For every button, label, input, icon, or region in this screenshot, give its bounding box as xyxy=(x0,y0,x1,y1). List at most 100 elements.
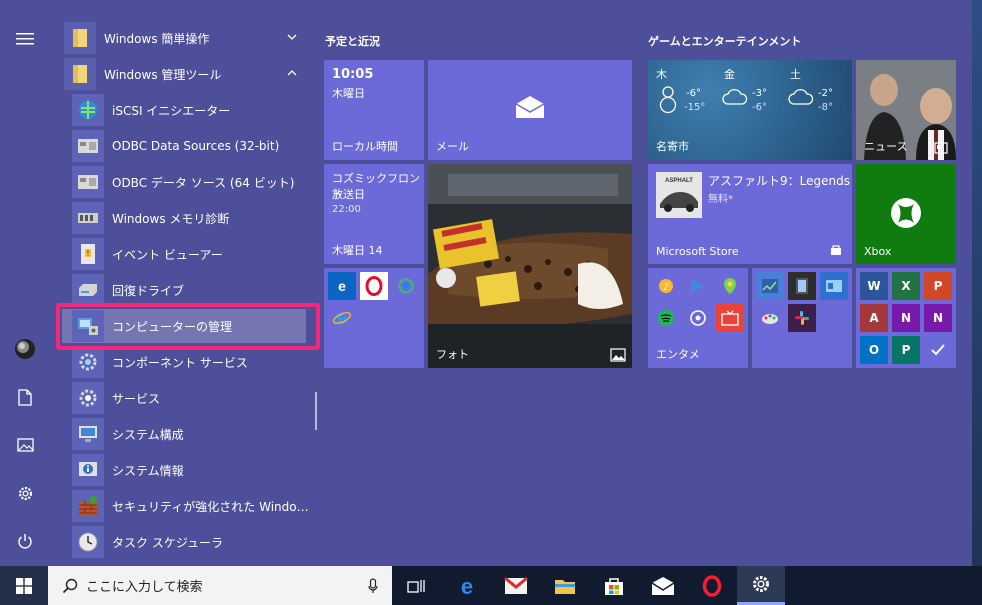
app-services[interactable]: サービス xyxy=(54,381,312,415)
gear-icon xyxy=(753,576,769,592)
folder-icon xyxy=(555,579,575,594)
taskbar-search-box[interactable]: ここに入力して検索 xyxy=(48,566,392,605)
app-label: ODBC Data Sources (32-bit) xyxy=(112,139,280,153)
task-view-button[interactable] xyxy=(392,566,440,605)
tile-calendar-event[interactable]: コズミックフロント 放送日 22:00 木曜日 14 xyxy=(324,164,424,264)
app-recovery-drive[interactable]: 回復ドライブ xyxy=(54,273,312,307)
app-label: サービス xyxy=(112,391,161,406)
event-viewer-icon: ! xyxy=(72,238,104,270)
app-label: Windows 簡単操作 xyxy=(104,31,210,46)
app-label: システム情報 xyxy=(112,463,184,478)
power-button[interactable] xyxy=(0,518,50,564)
taskbar-store[interactable] xyxy=(590,566,638,605)
app-memory-diagnostic[interactable]: Windows メモリ診断 xyxy=(54,201,312,235)
store-bag-icon xyxy=(831,245,841,255)
app-event-viewer[interactable]: ! イベント ビューアー xyxy=(54,237,312,271)
task-view-icon xyxy=(407,579,425,593)
taskbar-settings[interactable] xyxy=(737,566,785,605)
taskbar-opera[interactable] xyxy=(688,566,736,605)
svg-text:e: e xyxy=(461,575,473,597)
drive-icon xyxy=(72,274,104,306)
start-button[interactable] xyxy=(0,566,48,605)
access-icon: A xyxy=(860,304,888,332)
gear-icon xyxy=(18,486,32,500)
slack-icon xyxy=(788,304,816,332)
taskbar-gmail[interactable] xyxy=(492,566,540,605)
tile-label: エンタメ xyxy=(656,348,700,361)
app-odbc-32[interactable]: ODBC Data Sources (32-bit) xyxy=(54,129,312,163)
picture-icon xyxy=(16,438,34,452)
store-bag-icon xyxy=(605,577,623,595)
highlight-annotation xyxy=(56,303,320,350)
app-windows-defender-firewall[interactable]: セキュリティが強化された Windows De... xyxy=(54,489,312,523)
document-icon xyxy=(18,388,32,406)
search-placeholder: ここに入力して検索 xyxy=(86,580,203,595)
video-icon xyxy=(684,272,712,300)
app-label: Windows 管理ツール xyxy=(104,67,222,82)
memory-chip-icon xyxy=(72,202,104,234)
taskbar-mail[interactable] xyxy=(639,566,687,605)
app-folder-windows-ease-of-access[interactable]: Windows 簡単操作 xyxy=(54,21,312,55)
windows-logo-icon xyxy=(16,577,32,594)
app-folder-windows-admin-tools[interactable]: Windows 管理ツール xyxy=(54,57,312,91)
tile-xbox[interactable]: Xbox xyxy=(856,164,956,264)
tile-local-time[interactable]: 10:05 木曜日 ローカル時間 xyxy=(324,60,424,160)
app-iscsi-initiator[interactable]: iSCSI イニシエーター xyxy=(54,93,312,127)
maps-icon xyxy=(716,272,744,300)
microphone-icon[interactable] xyxy=(368,577,378,594)
app-label: タスク スケジューラ xyxy=(112,535,223,550)
clock-icon xyxy=(72,526,104,558)
firewall-icon xyxy=(72,490,104,522)
settings-button[interactable] xyxy=(0,470,50,516)
weather-city: 名寄市 xyxy=(656,140,689,153)
opera-icon xyxy=(702,574,722,597)
group-header-schedule[interactable]: 予定と近況 xyxy=(325,33,380,49)
weather-low-3: -8° xyxy=(818,102,833,113)
id-card-icon xyxy=(820,272,848,300)
tile-folder-browsers[interactable]: e e xyxy=(324,268,424,368)
tile-weather[interactable]: 木 金 土 -6° -15° -3° -6° -2° -8° 名寄市 xyxy=(648,60,852,160)
cloud-icon xyxy=(788,88,814,105)
app-label: セキュリティが強化された Windows De... xyxy=(112,499,312,514)
taskbar: ここに入力して検索 e xyxy=(0,566,982,605)
svg-text:!: ! xyxy=(86,249,89,258)
app-label: 回復ドライブ xyxy=(112,283,185,298)
user-account-button[interactable] xyxy=(0,326,50,372)
weather-low-1: -15° xyxy=(684,102,706,113)
monitor-icon xyxy=(72,418,104,450)
tile-mail[interactable]: メール xyxy=(428,60,632,160)
outlook-icon: O xyxy=(860,336,888,364)
groove-icon xyxy=(684,304,712,332)
app-component-services[interactable]: コンポーネント サービス xyxy=(54,345,312,379)
event-subtitle: 放送日 xyxy=(332,188,365,201)
app-label: イベント ビューアー xyxy=(112,247,223,262)
avatar xyxy=(15,339,35,359)
app-system-configuration[interactable]: システム構成 xyxy=(54,417,312,451)
app-list-scrollbar[interactable] xyxy=(315,392,317,430)
pictures-button[interactable] xyxy=(0,422,50,468)
film-icon xyxy=(788,272,816,300)
expand-menu-button[interactable] xyxy=(0,16,50,62)
app-system-information[interactable]: システム情報 xyxy=(54,453,312,487)
odbc-icon xyxy=(72,130,104,162)
weather-low-2: -6° xyxy=(752,102,767,113)
opera-icon xyxy=(360,272,388,300)
app-label: ODBC データ ソース (64 ビット) xyxy=(112,175,295,190)
tile-folder-office[interactable]: W X P A N N O P xyxy=(856,268,956,368)
tile-folder-entertainment[interactable]: ♪ エンタメ xyxy=(648,268,748,368)
documents-button[interactable] xyxy=(0,374,50,420)
asphalt-logo-text: ASPHALT xyxy=(665,178,693,184)
app-task-scheduler[interactable]: タスク スケジューラ xyxy=(54,525,312,559)
tile-news[interactable]: ニュース xyxy=(856,60,956,160)
app-label: コンポーネント サービス xyxy=(112,355,248,370)
app-odbc-64[interactable]: ODBC データ ソース (64 ビット) xyxy=(54,165,312,199)
group-header-entertainment[interactable]: ゲームとエンターテインメント xyxy=(648,33,801,49)
tile-microsoft-store[interactable]: ASPHALT アスファルト9：Legends 無料* Microsoft St… xyxy=(648,164,852,264)
search-icon xyxy=(62,578,78,593)
performance-monitor-icon xyxy=(756,272,784,300)
taskbar-file-explorer[interactable] xyxy=(541,566,589,605)
start-rail xyxy=(0,0,50,566)
tile-folder-tools[interactable] xyxy=(752,268,852,368)
taskbar-edge[interactable]: e xyxy=(443,566,491,605)
tile-photos[interactable]: フォト xyxy=(428,164,632,368)
